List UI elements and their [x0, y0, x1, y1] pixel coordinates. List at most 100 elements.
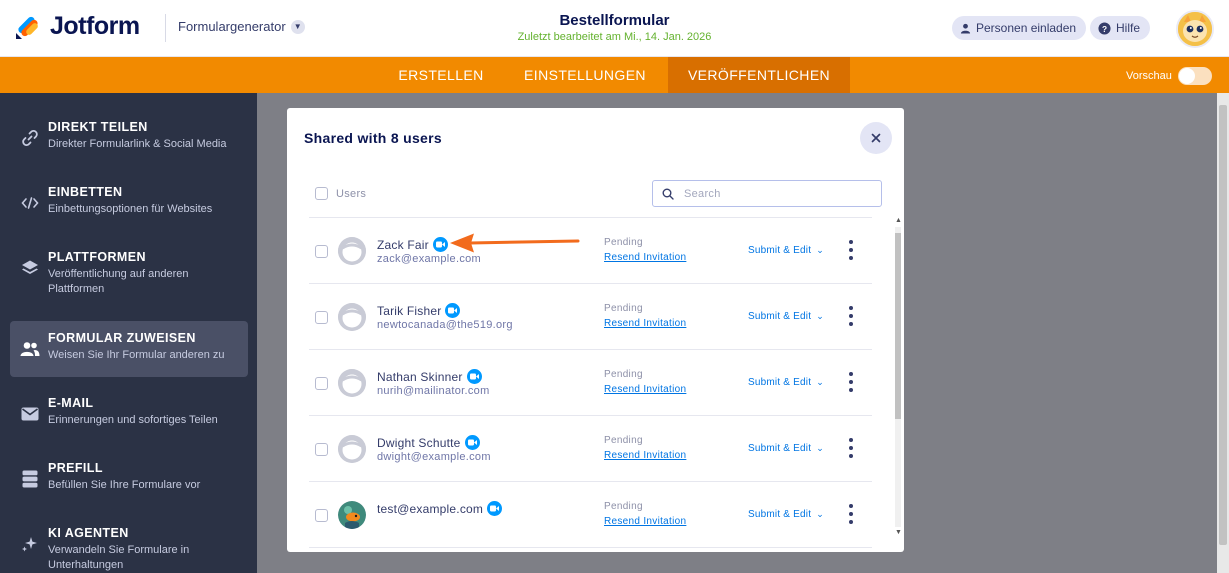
user-row: Nathan Skinner nurih@mailinator.com Pend… — [309, 350, 872, 416]
page-scrollbar-thumb[interactable] — [1219, 105, 1227, 545]
user-name: Dwight Schutte — [377, 435, 461, 450]
user-name: Zack Fair — [377, 237, 429, 252]
top-header: Jotform Formulargenerator ▼ Bestellformu… — [0, 0, 1229, 57]
more-options-icon[interactable] — [847, 372, 855, 392]
sidebar-item-title: EINBETTEN — [48, 185, 123, 199]
user-email: newtocanada@the519.org — [377, 319, 513, 331]
sidebar-item-embed[interactable]: EINBETTEN Einbettungsoptionen für Websit… — [10, 175, 248, 231]
user-name: Nathan Skinner — [377, 369, 463, 384]
user-checkbox[interactable] — [315, 377, 328, 390]
more-options-icon[interactable] — [847, 306, 855, 326]
sidebar-item-desc: Weisen Sie Ihr Formular anderen zu — [48, 349, 225, 361]
permission-dropdown[interactable]: Submit & Edit ⌄ — [748, 245, 824, 256]
user-email-as-name: test@example.com — [377, 501, 484, 516]
invitation-status: Pending — [604, 237, 643, 248]
sidebar-item-platforms[interactable]: PLATTFORMEN Veröffentlichung auf anderen… — [10, 240, 248, 304]
builder-label: Formulargenerator — [178, 19, 286, 34]
invitation-status: Pending — [604, 435, 643, 446]
help-label: Hilfe — [1116, 21, 1141, 35]
link-icon — [20, 128, 40, 148]
user-row: Tarik Fisher newtocanada@the519.org Pend… — [309, 284, 872, 350]
sidebar-item-title: PLATTFORMEN — [48, 250, 146, 264]
sidebar-item-title: DIREKT TEILEN — [48, 120, 148, 134]
svg-text:?: ? — [1102, 23, 1107, 33]
help-button[interactable]: ? Hilfe — [1090, 16, 1151, 40]
search-input[interactable] — [684, 187, 864, 200]
user-type-badge-icon — [464, 435, 480, 450]
user-type-badge-icon — [466, 369, 482, 384]
user-email: nurih@mailinator.com — [377, 385, 490, 397]
more-options-icon[interactable] — [847, 504, 855, 524]
sidebar-item-desc: Einbettungsoptionen für Websites — [48, 203, 213, 215]
permission-dropdown[interactable]: Submit & Edit ⌄ — [748, 509, 824, 520]
invitation-status: Pending — [604, 369, 643, 380]
scroll-down-arrow-icon[interactable]: ▼ — [895, 529, 902, 536]
resend-invitation-link[interactable]: Resend Invitation — [604, 516, 686, 527]
user-list-scrollbar[interactable]: ▲ ▼ — [892, 217, 904, 539]
more-options-icon[interactable] — [847, 438, 855, 458]
user-email: zack@example.com — [377, 253, 481, 265]
sidebar-item-email[interactable]: E-MAIL Erinnerungen und sofortiges Teile… — [10, 386, 248, 442]
jotform-logo-icon — [14, 13, 42, 41]
invitation-status: Pending — [604, 303, 643, 314]
builder-dropdown[interactable]: Formulargenerator ▼ — [178, 19, 305, 34]
publish-sidebar: DIREKT TEILEN Direkter Formularlink & So… — [0, 93, 257, 573]
select-all-label: Users — [336, 187, 367, 200]
scroll-up-arrow-icon[interactable]: ▲ — [895, 217, 902, 224]
chevron-down-icon: ⌄ — [816, 509, 824, 519]
chevron-down-icon: ▼ — [290, 19, 305, 34]
sidebar-item-desc: Befüllen Sie Ihre Formulare vor — [48, 479, 201, 491]
permission-label: Submit & Edit — [748, 509, 812, 520]
sidebar-item-assign-form[interactable]: FORMULAR ZUWEISEN Weisen Sie Ihr Formula… — [10, 321, 248, 377]
resend-invitation-link[interactable]: Resend Invitation — [604, 384, 686, 395]
permission-label: Submit & Edit — [748, 443, 812, 454]
select-all-checkbox[interactable] — [315, 187, 328, 200]
header-divider — [165, 14, 166, 42]
dialog-title: Shared with 8 users — [304, 130, 442, 146]
user-row: test@example.com Pending Resend Invitati… — [309, 482, 872, 548]
user-name-group: test@example.com — [377, 501, 503, 516]
sidebar-item-title: PREFILL — [48, 461, 103, 475]
sidebar-item-desc: Erinnerungen und sofortiges Teilen — [48, 414, 218, 426]
user-avatar — [338, 435, 366, 463]
page-scrollbar[interactable] — [1217, 93, 1229, 573]
more-options-icon[interactable] — [847, 240, 855, 260]
preview-toggle[interactable] — [1177, 67, 1212, 85]
mail-icon — [20, 404, 40, 424]
search-icon — [662, 188, 674, 200]
main-nav-bar: ERSTELLEN EINSTELLUNGEN VERÖFFENTLICHEN … — [0, 57, 1229, 93]
invite-label: Personen einladen — [976, 21, 1077, 35]
sidebar-item-desc: Verwandeln Sie Formulare in Unterhaltung… — [48, 544, 190, 571]
user-name-group: Zack Fair — [377, 237, 448, 252]
sidebar-item-ai-agents[interactable]: KI AGENTEN Verwandeln Sie Formulare in U… — [10, 516, 248, 573]
user-checkbox[interactable] — [315, 509, 328, 522]
user-name-group: Tarik Fisher — [377, 303, 461, 318]
tab-create[interactable]: ERSTELLEN — [380, 57, 502, 93]
tab-settings[interactable]: EINSTELLUNGEN — [505, 57, 665, 93]
invite-people-button[interactable]: Personen einladen — [952, 16, 1087, 40]
permission-dropdown[interactable]: Submit & Edit ⌄ — [748, 377, 824, 388]
code-icon — [20, 193, 40, 213]
resend-invitation-link[interactable]: Resend Invitation — [604, 318, 686, 329]
user-avatar — [338, 303, 366, 331]
resend-invitation-link[interactable]: Resend Invitation — [604, 252, 686, 263]
select-all-users[interactable]: Users — [315, 187, 366, 200]
scrollbar-thumb[interactable] — [895, 233, 901, 419]
resend-invitation-link[interactable]: Resend Invitation — [604, 450, 686, 461]
account-avatar[interactable] — [1176, 10, 1214, 48]
jotform-logo[interactable]: Jotform — [14, 12, 140, 41]
user-name-group: Nathan Skinner — [377, 369, 482, 384]
user-search-field[interactable] — [652, 180, 882, 207]
user-checkbox[interactable] — [315, 245, 328, 258]
sidebar-item-prefill[interactable]: PREFILL Befüllen Sie Ihre Formulare vor — [10, 451, 248, 507]
permission-dropdown[interactable]: Submit & Edit ⌄ — [748, 311, 824, 322]
user-name: Tarik Fisher — [377, 303, 442, 318]
user-checkbox[interactable] — [315, 311, 328, 324]
close-button[interactable] — [860, 122, 892, 154]
chevron-down-icon: ⌄ — [816, 443, 824, 453]
tab-publish[interactable]: VERÖFFENTLICHEN — [668, 57, 850, 93]
sidebar-item-direct-share[interactable]: DIREKT TEILEN Direkter Formularlink & So… — [10, 110, 248, 166]
permission-dropdown[interactable]: Submit & Edit ⌄ — [748, 443, 824, 454]
permission-label: Submit & Edit — [748, 377, 812, 388]
user-checkbox[interactable] — [315, 443, 328, 456]
